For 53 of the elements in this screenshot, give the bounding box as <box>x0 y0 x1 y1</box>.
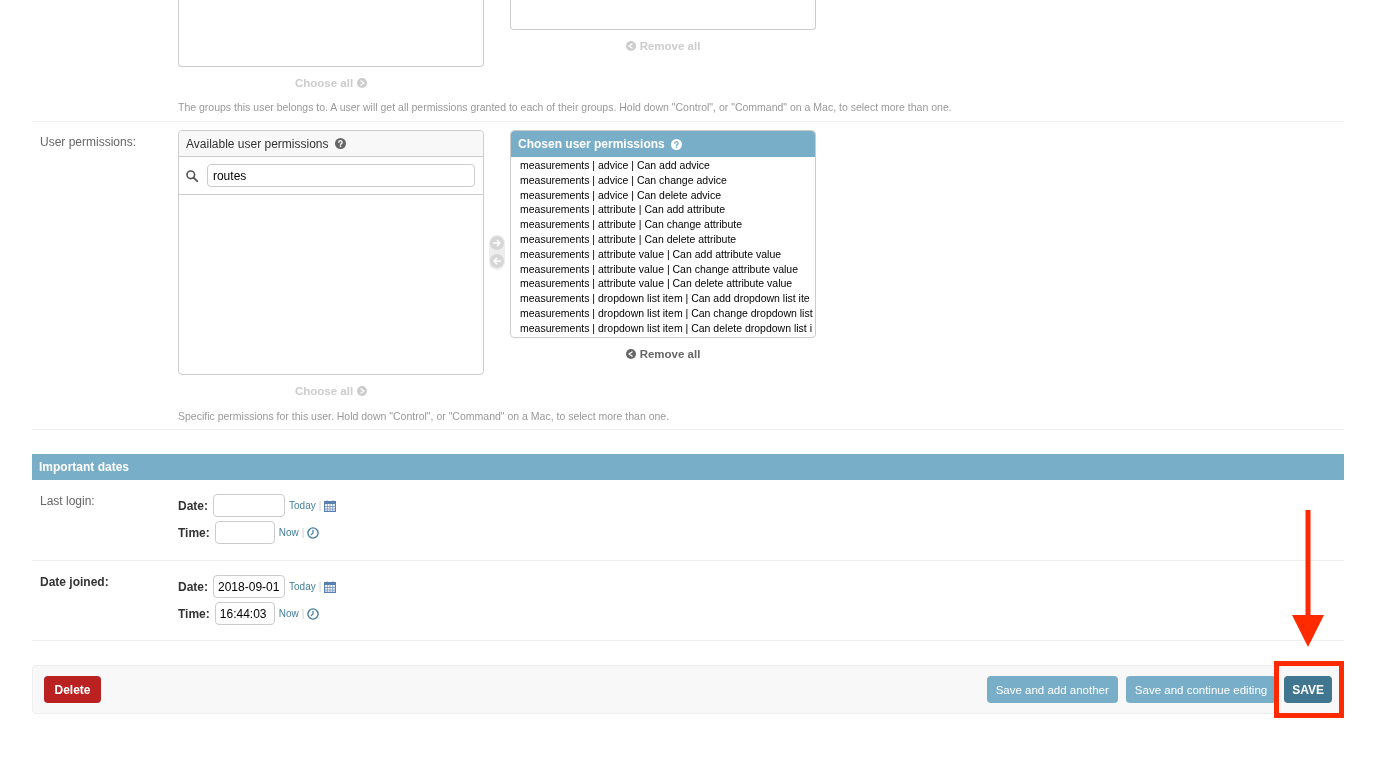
now-link[interactable]: Now <box>278 527 299 538</box>
right-chevron-circle-icon <box>357 78 368 88</box>
filter-input[interactable]: routes <box>206 164 475 187</box>
permission-option[interactable]: measurements | dropdown list item | Can add dropdown list ite <box>520 291 815 306</box>
field-label: Last login: <box>39 494 95 508</box>
now-link[interactable]: Now <box>278 608 299 619</box>
left-chevron-circle-icon <box>625 349 636 359</box>
help-text: Specific permissions for this user. Hold down "Control", or "Command" on a Mac, to select more than one. <box>178 409 670 423</box>
link-separator: | <box>301 527 305 538</box>
left-chevron-circle-icon <box>625 41 636 51</box>
available-groups-list[interactable] <box>178 0 484 67</box>
time-label: Time: <box>178 525 210 540</box>
link-separator: | <box>318 500 322 511</box>
permission-option[interactable]: measurements | advice | Can delete advice <box>520 187 815 203</box>
search-icon <box>186 169 198 182</box>
time-input[interactable] <box>214 521 275 544</box>
permission-option[interactable]: measurements | attribute value | Can change attribute value <box>520 261 815 277</box>
help-text: The groups this user belongs to. A user will get all permissions granted to each of their groups. Hold down "Control", or "Command" on a Mac, to select more than one. <box>178 100 952 114</box>
date-input[interactable] <box>213 494 285 517</box>
remove-all-link[interactable]: Remove all <box>625 346 701 362</box>
date-label: Date: <box>178 579 208 594</box>
selector-title: Chosen user permissions <box>518 137 665 151</box>
time-input[interactable]: 16:44:03 <box>214 602 275 625</box>
permission-option[interactable]: measurements | dropdown list item | Can delete dropdown list i <box>520 320 815 336</box>
permission-option[interactable]: measurements | advice | Can add advice <box>520 158 815 173</box>
permission-option[interactable]: measurements | attribute value | Can delete attribute value <box>520 276 815 292</box>
help-icon <box>670 138 682 150</box>
save-button[interactable]: SAVE <box>1284 676 1332 703</box>
permission-option[interactable]: measurements | advice | Can change advice <box>520 172 815 188</box>
field-label: User permissions: <box>39 134 137 149</box>
permission-option[interactable]: measurements | attribute | Can change attribute <box>520 217 815 232</box>
date-input[interactable]: 2018-09-01 <box>213 575 285 598</box>
selector-title: Available user permissions <box>186 136 329 151</box>
chosen-groups-list[interactable] <box>510 0 816 30</box>
permission-option[interactable]: measurements | attribute | Can delete attribute <box>520 232 815 247</box>
clock-icon[interactable] <box>307 607 320 620</box>
today-link[interactable]: Today <box>289 581 316 592</box>
today-link[interactable]: Today <box>289 500 316 511</box>
date-label: Date: <box>178 498 208 513</box>
permission-option[interactable]: measurements | attribute | Can add attribute <box>520 202 815 218</box>
calendar-icon[interactable] <box>324 499 337 512</box>
permission-option[interactable]: measurements | dropdown list item | Can change dropdown list <box>520 305 815 321</box>
section-header: Important dates <box>32 454 1344 480</box>
clock-icon[interactable] <box>307 526 320 539</box>
link-separator: | <box>301 608 305 619</box>
time-label: Time: <box>178 606 210 621</box>
right-chevron-circle-icon <box>357 386 368 396</box>
field-label: Date joined: <box>39 575 109 589</box>
delete-button[interactable]: Delete <box>44 676 102 703</box>
permission-option[interactable]: measurements | attribute value | Can add attribute value <box>520 246 815 262</box>
calendar-icon[interactable] <box>324 580 337 593</box>
help-icon <box>334 138 346 149</box>
link-separator: | <box>318 581 322 592</box>
